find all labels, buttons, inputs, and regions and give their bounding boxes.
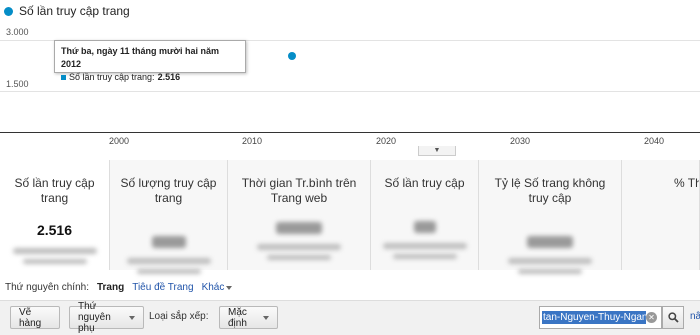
scorecard-entrances[interactable]: Số lần truy cập bbox=[371, 160, 479, 270]
dimension-more-label: Khác bbox=[201, 282, 225, 293]
scorecard-unique-pageviews[interactable]: Số lượng truy cập trang bbox=[110, 160, 228, 274]
gridline bbox=[0, 91, 700, 92]
plot-rows-label: Vẽ hàng bbox=[19, 306, 42, 329]
timeline-chart: Số lần truy cập trang 3.000 1.500 2000 2… bbox=[0, 0, 700, 156]
tooltip-metric-label: Số lần truy cập trang: bbox=[69, 72, 155, 82]
x-tick-label: 2000 bbox=[108, 136, 130, 146]
scorecards: Số lần truy cập trang 2.516 Số lượng tru… bbox=[0, 160, 700, 274]
redacted-value bbox=[151, 236, 186, 248]
plot-rows-button[interactable]: Vẽ hàng bbox=[10, 306, 60, 329]
dimension-page[interactable]: Trang bbox=[97, 282, 124, 293]
redacted-subtext bbox=[518, 269, 582, 274]
tooltip-date: Thứ ba, ngày 11 tháng mười hai năm 2012 bbox=[61, 46, 219, 69]
chart-legend[interactable]: Số lần truy cập trang bbox=[4, 4, 130, 18]
redacted-subtext bbox=[392, 254, 457, 259]
redacted-value bbox=[527, 236, 573, 248]
x-tick-label: 2040 bbox=[643, 136, 665, 146]
caret-down-icon bbox=[129, 315, 135, 320]
legend-label: Số lần truy cập trang bbox=[19, 4, 130, 18]
tooltip-row: Số lần truy cập trang: 2.516 bbox=[61, 71, 239, 84]
primary-dimension-label: Thứ nguyên chính: bbox=[5, 282, 89, 293]
redacted-subtext bbox=[126, 258, 211, 264]
scorecard-title: Số lượng truy cập trang bbox=[120, 176, 217, 205]
caret-down-icon bbox=[226, 285, 233, 290]
chevron-down-icon: ▼ bbox=[433, 147, 441, 154]
scorecard-avg-time[interactable]: Thời gian Tr.bình trên Trang web bbox=[228, 160, 371, 270]
series-dot-icon bbox=[4, 6, 13, 16]
series-square-icon bbox=[61, 75, 66, 80]
dimension-page-title[interactable]: Tiêu đề Trang bbox=[132, 282, 193, 293]
redacted-subtext bbox=[136, 269, 201, 274]
chart-tooltip: Thứ ba, ngày 11 tháng mười hai năm 2012 … bbox=[54, 40, 246, 82]
sort-type-label: Loại sắp xếp: bbox=[149, 311, 209, 322]
redacted-subtext bbox=[267, 255, 331, 260]
clear-search-icon[interactable]: ✕ bbox=[646, 312, 657, 323]
x-axis bbox=[0, 132, 700, 133]
caret-down-icon bbox=[263, 315, 269, 320]
tooltip-metric-value: 2.516 bbox=[157, 72, 181, 82]
primary-dimension-bar: Thứ nguyên chính: Trang Tiêu đề Trang Kh… bbox=[5, 282, 233, 293]
search-input-value[interactable]: tan-Nguyen-Thuy-Ngan bbox=[542, 311, 646, 324]
sort-type-dropdown[interactable]: Mặc định bbox=[219, 306, 278, 329]
advanced-search-link[interactable]: nâ bbox=[690, 311, 700, 322]
data-point[interactable] bbox=[288, 52, 297, 61]
sort-type-value: Mặc định bbox=[228, 306, 247, 329]
y-tick-label: 1.500 bbox=[6, 79, 29, 89]
x-tick-label: 2030 bbox=[509, 136, 531, 146]
scorecard-title: Tỷ lệ Số trang không truy cập bbox=[494, 176, 606, 205]
redacted-subtext bbox=[508, 258, 592, 264]
search-input[interactable]: tan-Nguyen-Thuy-Ngan ✕ bbox=[539, 306, 662, 329]
x-tick-label: 2010 bbox=[241, 136, 263, 146]
dimension-more-dropdown[interactable]: Khác bbox=[202, 282, 233, 293]
redacted-subtext bbox=[382, 243, 467, 249]
y-tick-label: 3.000 bbox=[6, 27, 29, 37]
scorecard-title: Thời gian Tr.bình trên Trang web bbox=[241, 176, 357, 205]
scorecard-value: 2.516 bbox=[36, 222, 73, 238]
collapse-chart-button[interactable]: ▼ bbox=[418, 146, 456, 156]
scorecard-title: Số lần truy cập bbox=[384, 176, 465, 190]
scorecard-bounce-rate[interactable]: Tỷ lệ Số trang không truy cập bbox=[479, 160, 622, 274]
redacted-value bbox=[276, 222, 322, 234]
search-icon bbox=[667, 312, 679, 323]
search-button[interactable] bbox=[662, 306, 684, 329]
scorecard-title: % Thoát bbox=[674, 176, 699, 190]
redacted-value bbox=[413, 221, 436, 233]
scorecard-pageviews[interactable]: Số lần truy cập trang 2.516 bbox=[0, 160, 110, 270]
redacted-subtext bbox=[22, 259, 87, 264]
redacted-subtext bbox=[257, 244, 341, 250]
table-toolbar: Vẽ hàng Thứ nguyên phụ Loại sắp xếp: Mặc… bbox=[0, 300, 700, 335]
secondary-dimension-label: Thứ nguyên phụ bbox=[78, 301, 111, 334]
x-tick-label: 2020 bbox=[375, 136, 397, 146]
secondary-dimension-button[interactable]: Thứ nguyên phụ bbox=[69, 301, 144, 334]
scorecard-exit-rate[interactable]: % Thoát bbox=[622, 160, 700, 270]
scorecard-title: Số lần truy cập trang bbox=[14, 176, 95, 205]
redacted-subtext bbox=[12, 248, 97, 254]
